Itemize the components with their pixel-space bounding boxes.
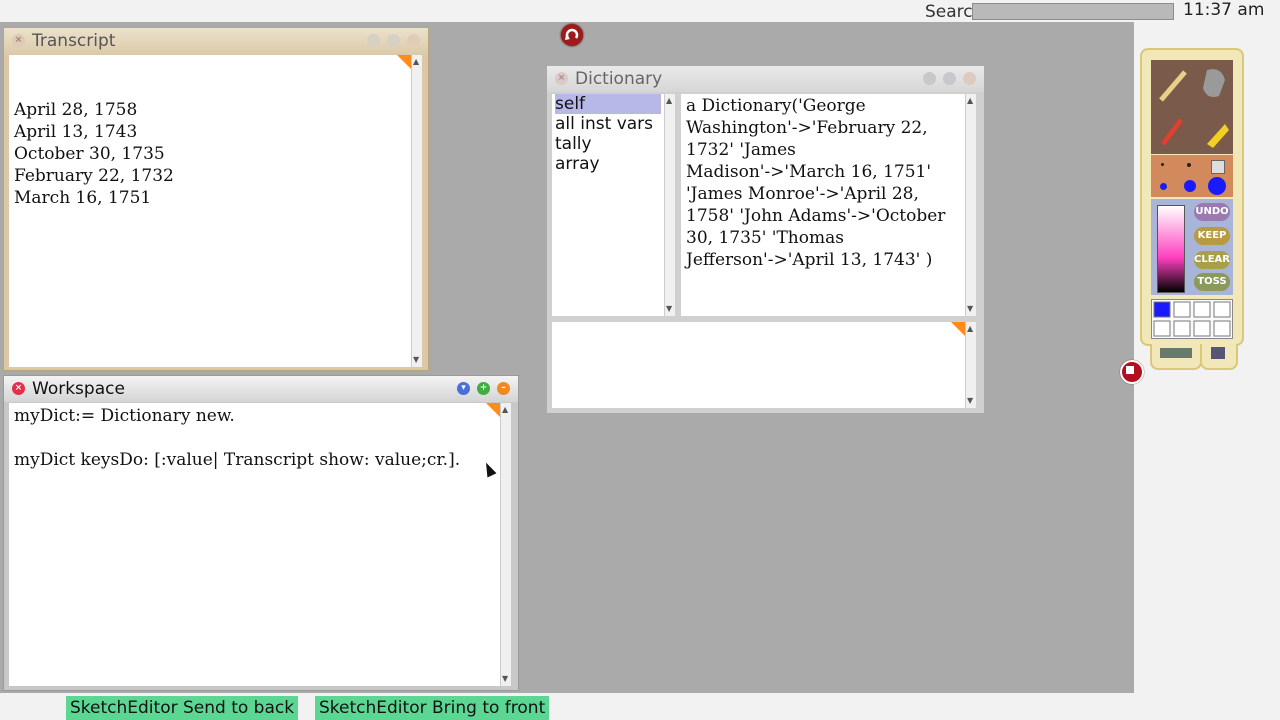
corner-menu-icon[interactable]	[951, 322, 965, 336]
transcript-line: April 28, 1758	[14, 100, 138, 120]
eraser-icon	[1207, 124, 1229, 148]
scroll-up-icon[interactable]: ▲	[666, 97, 672, 105]
value-line: 1732' 'James	[686, 140, 796, 160]
brush-size-option[interactable]	[1161, 163, 1164, 166]
evaluator-pane[interactable]	[552, 322, 965, 408]
workspace-titlebar[interactable]: × Workspace ▾ + –	[4, 376, 518, 402]
clear-button[interactable]: CLEAR	[1194, 251, 1230, 269]
brush-size-option[interactable]	[1208, 177, 1226, 195]
menu-icon[interactable]	[407, 34, 420, 47]
value-line: 30, 1735' 'Thomas	[686, 228, 844, 248]
stamp-tab[interactable]	[1150, 344, 1202, 370]
field-list[interactable]: self all inst vars tally array	[552, 94, 664, 316]
stamp-icon[interactable]	[1160, 348, 1192, 358]
scroll-down-icon[interactable]: ▼	[967, 305, 973, 313]
paint-tools-area[interactable]	[1151, 60, 1233, 154]
pencil-tab[interactable]	[1200, 344, 1238, 370]
value-line: Washington'->'February 22,	[686, 118, 928, 138]
scroll-down-icon[interactable]: ▼	[413, 356, 419, 364]
dictionary-titlebar[interactable]: × Dictionary	[547, 66, 984, 92]
value-line: a Dictionary('George	[686, 96, 866, 116]
collapse-icon[interactable]	[367, 34, 380, 47]
transcript-line: October 30, 1735	[14, 144, 165, 164]
transcript-titlebar[interactable]: × Transcript	[4, 28, 428, 54]
brush-size-option[interactable]	[1187, 163, 1191, 167]
keep-button[interactable]: KEEP	[1194, 227, 1230, 245]
color-picker[interactable]	[1157, 205, 1185, 293]
workspace-text-pane[interactable]: myDict:= Dictionary new. myDict keysDo: …	[9, 403, 500, 686]
undo-button[interactable]: UNDO	[1194, 203, 1230, 221]
scroll-up-icon[interactable]: ▲	[967, 97, 973, 105]
brush-size-area[interactable]	[1151, 155, 1233, 197]
scroll-up-icon[interactable]: ▲	[967, 325, 973, 333]
value-line: Madison'->'March 16, 1751'	[686, 162, 932, 182]
code-line: myDict:= Dictionary new.	[14, 406, 235, 426]
expand-icon[interactable]	[387, 34, 400, 47]
search-input[interactable]	[972, 3, 1174, 20]
field-item-self[interactable]: self	[555, 94, 661, 114]
transcript-scrollbar[interactable]: ▲ ▼	[411, 55, 422, 367]
value-line: 'James Monroe'->'April 28,	[686, 184, 919, 204]
workspace-scrollbar[interactable]: ▲ ▼	[500, 403, 511, 686]
brush-icon	[1159, 70, 1187, 102]
evaluator-scrollbar[interactable]: ▲ ▼	[965, 322, 976, 408]
pencil-icon[interactable]	[1211, 347, 1225, 359]
expand-icon[interactable]	[943, 72, 956, 85]
collapse-icon[interactable]	[923, 72, 936, 85]
code-line: myDict keysDo: [:value| Transcript show:…	[14, 450, 461, 470]
expand-icon[interactable]: +	[477, 382, 490, 395]
close-icon[interactable]: ×	[555, 72, 568, 85]
value-pane[interactable]: a Dictionary('George Washington'->'Febru…	[681, 94, 965, 316]
transcript-window[interactable]: × Transcript April 28, 1758 April 13, 17…	[3, 27, 429, 371]
value-line: Jefferson'->'April 13, 1743' )	[686, 250, 933, 270]
refresh-icon[interactable]	[561, 24, 583, 46]
color-area[interactable]: UNDO KEEP CLEAR TOSS	[1151, 199, 1233, 295]
paint-palette[interactable]: UNDO KEEP CLEAR TOSS	[1140, 48, 1244, 346]
corner-menu-icon[interactable]	[486, 403, 500, 417]
eyedropper-icon	[1161, 118, 1183, 146]
field-item-all-inst-vars[interactable]: all inst vars	[555, 114, 661, 134]
scroll-down-icon[interactable]: ▼	[666, 305, 672, 313]
window-title: Dictionary	[575, 69, 663, 89]
menu-icon[interactable]: –	[497, 382, 510, 395]
toss-button[interactable]: TOSS	[1194, 273, 1230, 291]
halo-icon[interactable]	[1120, 360, 1144, 384]
collapse-icon[interactable]: ▾	[457, 382, 470, 395]
window-title: Workspace	[32, 379, 125, 399]
search-label: Searc	[925, 2, 973, 22]
bring-to-front-button[interactable]: SketchEditor Bring to front	[315, 696, 550, 720]
transcript-line: April 13, 1743	[14, 122, 138, 142]
scroll-down-icon[interactable]: ▼	[502, 675, 508, 683]
window-title: Transcript	[32, 31, 116, 51]
scroll-up-icon[interactable]: ▲	[502, 406, 508, 414]
color-swatch-grid[interactable]	[1151, 299, 1233, 339]
brush-size-option[interactable]	[1184, 180, 1196, 192]
close-icon[interactable]: ×	[12, 382, 25, 395]
transcript-line: February 22, 1732	[14, 166, 174, 186]
send-to-back-button[interactable]: SketchEditor Send to back	[66, 696, 299, 720]
brush-size-option[interactable]	[1160, 183, 1167, 190]
corner-menu-icon[interactable]	[397, 55, 411, 69]
value-pane-scrollbar[interactable]: ▲ ▼	[965, 94, 976, 316]
field-item-tally[interactable]: tally	[555, 134, 661, 154]
dictionary-inspector-window[interactable]: × Dictionary self all inst vars tally ar…	[546, 65, 985, 414]
menu-icon[interactable]	[963, 72, 976, 85]
scroll-up-icon[interactable]: ▲	[413, 58, 419, 66]
close-icon[interactable]: ×	[12, 34, 25, 47]
transcript-text-pane[interactable]: April 28, 1758 April 13, 1743 October 30…	[9, 55, 411, 367]
value-line: 1758' 'John Adams'->'October	[686, 206, 946, 226]
transcript-line: March 16, 1751	[14, 188, 152, 208]
brush-size-option[interactable]	[1211, 160, 1225, 174]
scroll-down-icon[interactable]: ▼	[967, 397, 973, 405]
field-item-array[interactable]: array	[555, 154, 661, 174]
paint-bucket-icon	[1203, 69, 1225, 97]
clock: 11:37 am	[1183, 0, 1265, 20]
workspace-window[interactable]: × Workspace ▾ + – myDict:= Dictionary ne…	[3, 375, 519, 691]
field-list-scrollbar[interactable]: ▲ ▼	[664, 94, 675, 316]
